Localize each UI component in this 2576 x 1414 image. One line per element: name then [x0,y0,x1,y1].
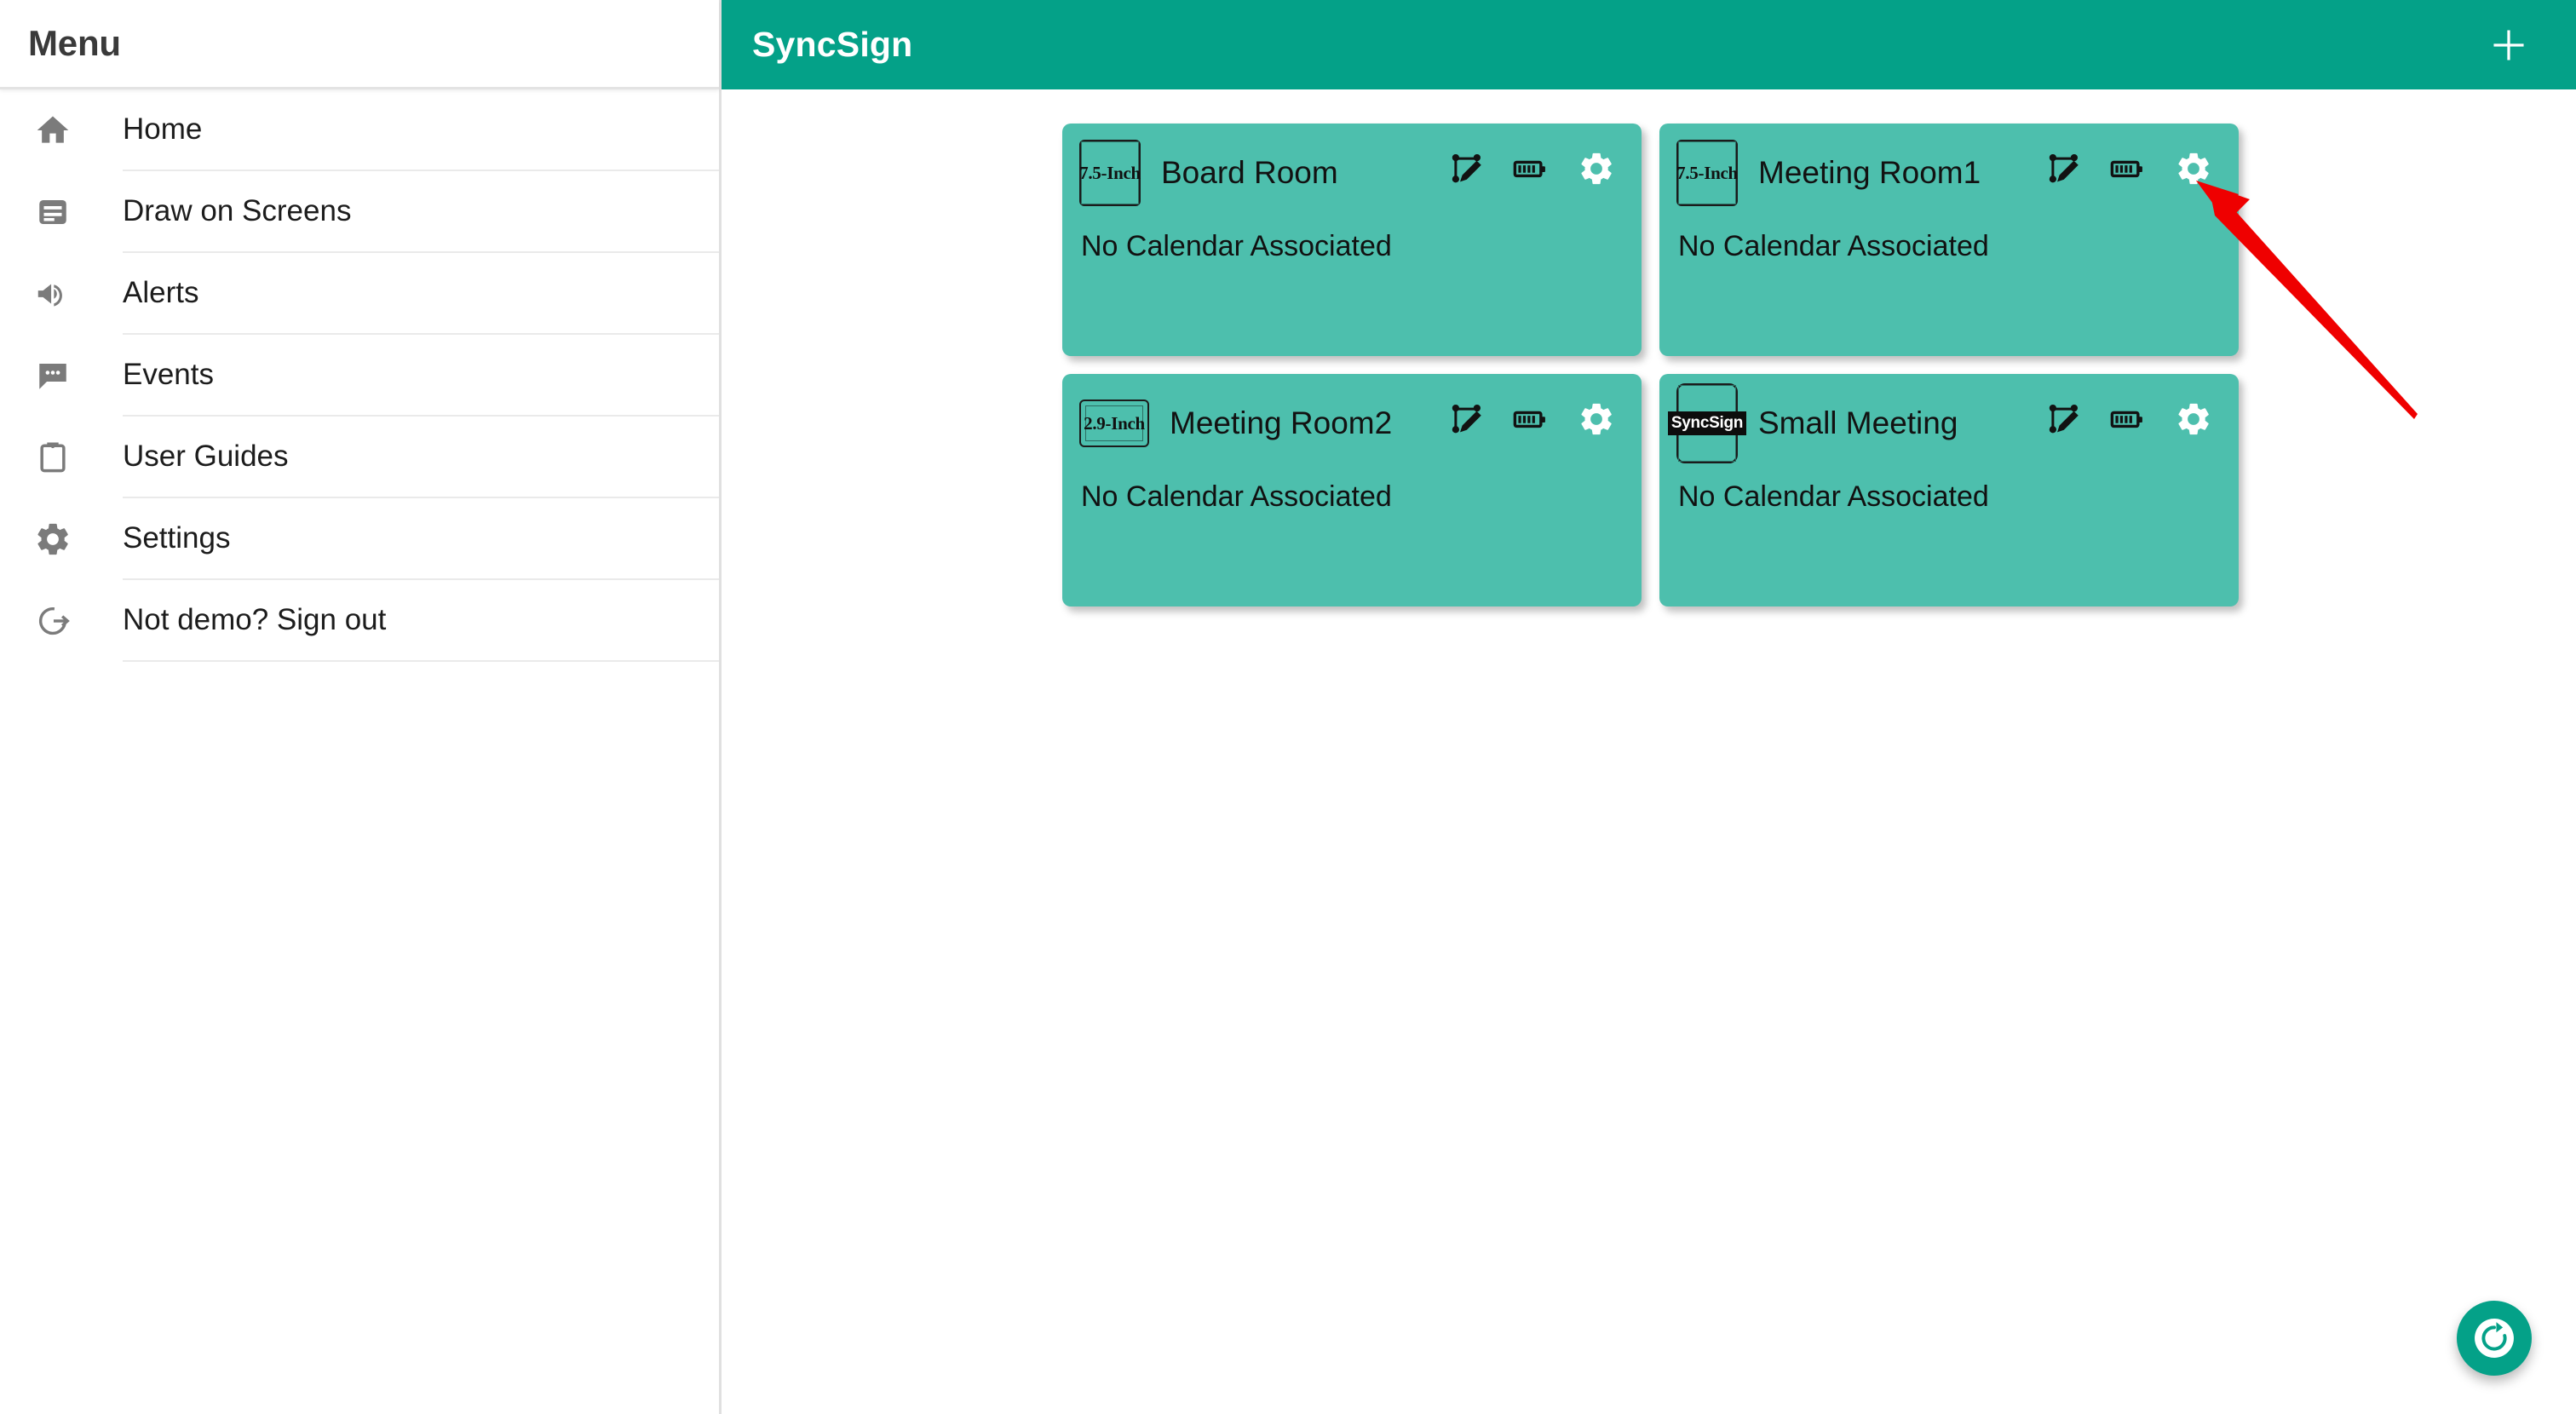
device-name: Small Meeting [1758,405,1958,440]
gear-icon[interactable] [1577,399,1616,439]
sidebar: Menu Home Draw on Screens Alerts Events … [0,0,722,1414]
sidebar-item-label: Events [123,358,214,391]
sidebar-item-label: User Guides [123,440,289,473]
sidebar-nav: Home Draw on Screens Alerts Events User … [0,89,719,662]
device-card-actions [2046,399,2213,439]
device-size-label: 7.5-Inch [1079,162,1141,183]
battery-icon[interactable] [1512,400,1550,438]
gear-icon [20,520,85,559]
sidebar-item-label: Settings [123,521,231,555]
device-size-badge: SyncSign [1667,383,1747,463]
sidebar-item-user-guides-body: User Guides [123,417,719,498]
sidebar-item-settings-body: Settings [123,498,719,580]
sidebar-item-label: Draw on Screens [123,194,352,227]
device-card-actions [2046,149,2213,188]
refresh-fab[interactable] [2457,1301,2532,1376]
main-area: SyncSign 7.5-Inch Board Room No Calendar… [722,0,2576,1414]
device-size-label: 7.5-Inch [1676,162,1738,183]
device-name: Meeting Room1 [1758,155,1981,190]
home-icon [20,112,85,149]
device-card[interactable]: 7.5-Inch Meeting Room1 No Calendar Assoc… [1659,124,2239,356]
menu-title: Menu [28,23,121,63]
gear-icon[interactable] [1577,149,1616,188]
gear-icon[interactable] [2174,149,2213,188]
sidebar-item-events-body: Events [123,335,719,417]
device-card[interactable]: 2.9-Inch Meeting Room2 No Calendar Assoc… [1062,374,1642,606]
device-card-actions [1449,149,1616,188]
device-size-badge-inner: 7.5-Inch [1676,141,1738,204]
device-size-label: 2.9-Inch [1084,412,1145,434]
calendar-status: No Calendar Associated [1081,480,1392,513]
sidebar-item-alerts[interactable]: Alerts [0,253,719,335]
calendar-status: No Calendar Associated [1678,230,1989,262]
sidebar-item-home-body: Home [123,89,719,171]
app-root: Menu Home Draw on Screens Alerts Events … [0,0,2576,1414]
sidebar-item-label: Not demo? Sign out [123,603,387,636]
draw-icon[interactable] [2046,401,2082,437]
sidebar-item-settings[interactable]: Settings [0,498,719,580]
draw-icon[interactable] [1449,401,1485,437]
sidebar-item-sign-out-body: Not demo? Sign out [123,580,719,662]
device-brand-label: SyncSign [1667,411,1747,435]
battery-icon[interactable] [1512,150,1550,187]
device-card[interactable]: 7.5-Inch Board Room No Calendar Associat… [1062,124,1642,356]
draw-icon[interactable] [1449,151,1485,187]
sidebar-item-draw-on-screens-body: Draw on Screens [123,171,719,253]
gear-icon[interactable] [2174,399,2213,439]
device-size-badge-inner: 7.5-Inch [1079,141,1141,204]
campaign-icon [20,274,85,313]
sidebar-header: Menu [0,0,719,89]
device-card-grid: 7.5-Inch Board Room No Calendar Associat… [1062,124,2240,606]
device-name: Board Room [1161,155,1338,190]
clipboard-icon [20,439,85,476]
sidebar-item-label: Alerts [123,276,199,309]
sidebar-item-label: Home [123,112,203,146]
article-icon [20,194,85,230]
sidebar-item-events[interactable]: Events [0,335,719,417]
device-size-badge-inner: 2.9-Inch [1084,405,1145,441]
device-card-actions [1449,399,1616,439]
sidebar-item-alerts-body: Alerts [123,253,719,335]
app-title: SyncSign [752,25,913,64]
sidebar-item-draw-on-screens[interactable]: Draw on Screens [0,171,719,253]
refresh-icon [2475,1319,2514,1358]
sidebar-item-sign-out[interactable]: Not demo? Sign out [0,580,719,662]
add-node-button[interactable] [2479,15,2539,75]
calendar-status: No Calendar Associated [1081,230,1392,262]
device-size-badge-inner: SyncSign [1667,385,1747,462]
calendar-status: No Calendar Associated [1678,480,1989,513]
sign-out-icon [20,601,85,641]
device-name: Meeting Room2 [1170,405,1393,440]
device-size-badge: 7.5-Inch [1079,140,1141,206]
device-size-badge: 2.9-Inch [1079,399,1149,447]
sidebar-item-user-guides[interactable]: User Guides [0,417,719,498]
sidebar-item-home[interactable]: Home [0,89,719,171]
device-card[interactable]: SyncSign Small Meeting No Calendar Assoc… [1659,374,2239,606]
top-app-bar: SyncSign [722,0,2576,89]
chat-icon [20,358,85,394]
draw-icon[interactable] [2046,151,2082,187]
device-size-badge: 7.5-Inch [1676,140,1738,206]
battery-icon[interactable] [2109,150,2147,187]
content-area: 7.5-Inch Board Room No Calendar Associat… [722,89,2576,1414]
battery-icon[interactable] [2109,400,2147,438]
